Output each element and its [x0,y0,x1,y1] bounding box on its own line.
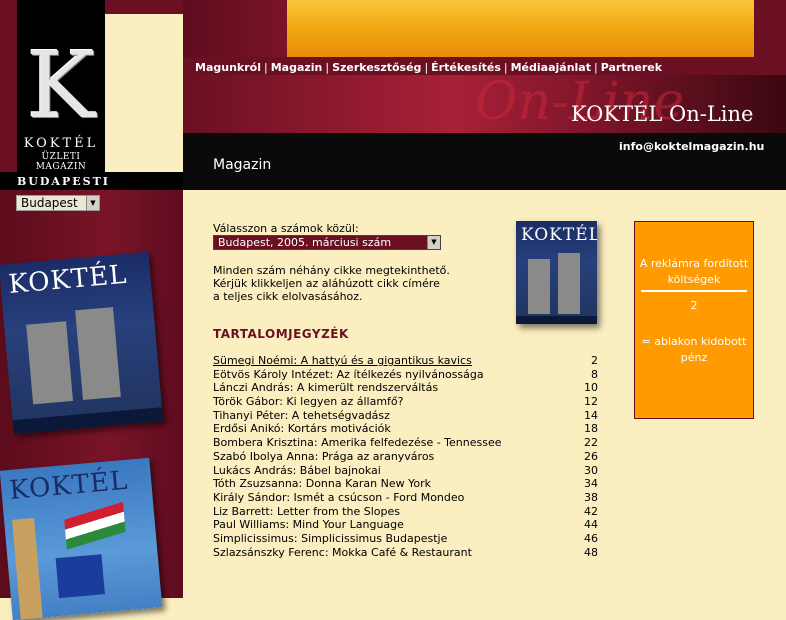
nav-separator: | [424,61,429,74]
ad-text: = ablakon kidobott [641,335,747,348]
magazine-cover[interactable]: KOKTÉL [0,457,163,620]
site-title: KOKTÉL On-Line [571,102,754,126]
building-image [75,307,121,401]
toc-article-title: Lánczi András: A kimerült rendszerváltás [213,381,439,395]
ad-text: pénz [680,351,708,364]
cover-title: KOKTÉL [7,259,129,301]
toc-article-title: Erdősi Anikó: Kortárs motivációk [213,422,391,436]
intro-text: Minden szám néhány cikke megtekinthető. [213,264,450,277]
intro-text: Kérjük klikkeljen az aláhúzott cikk címé… [213,277,440,290]
toc-page-number: 38 [584,490,598,504]
left-top-strip [0,0,17,172]
toc-row: Lánczi András: A kimerült rendszerváltás… [213,381,598,395]
toc-page-number: 46 [584,531,598,545]
table-of-contents: Sümegi Noémi: A hattyú és a gigantikus k… [213,354,598,559]
intro-text: a teljes cikk elolvasásához. [213,290,363,303]
toc-page-number: 26 [584,449,598,463]
cover-footer [516,316,597,324]
toc-page-number: 44 [584,518,598,532]
toc-article-title: Szabó Ibolya Anna: Prága az aranyváros [213,449,435,463]
toc-row: Eötvös Károly Intézet: Az ítélkezés nyil… [213,368,598,382]
building-image [528,259,550,314]
toc-row: Simplicissimus: Simplicissimus Budapestj… [213,532,598,546]
toc-page-number: 22 [584,436,598,450]
toc-title: TARTALOMJEGYZÉK [213,327,349,341]
toc-page-number: 10 [584,381,598,395]
toc-row: Lukács András: Bábel bajnokai 30 [213,464,598,478]
toc-row: Király Sándor: Ismét a csúcson - Ford Mo… [213,491,598,505]
section-title: Magazin [213,157,272,173]
nav-item-szerkesztoseg[interactable]: Szerkesztőség [332,61,421,74]
logo-right-strip [105,0,183,14]
issue-thumbnail[interactable]: KOKTÉL [516,221,597,324]
toc-article-title: Eötvös Károly Intézet: Az ítélkezés nyil… [213,367,484,381]
toc-row: Erdősi Anikó: Kortárs motivációk 18 [213,422,598,436]
city-select-value: Budapest [21,196,78,210]
building-image [26,321,74,405]
eu-flag-image [55,554,105,599]
logo-name: KOKTÉL [23,136,99,151]
issue-select-value: Budapest, 2005. márciusi szám [218,236,392,249]
toc-article-title: Török Gábor: Ki legyen az államfő? [213,395,404,409]
ad-text: A reklámra fordított [639,257,749,270]
ad-box[interactable]: A reklámra fordított költségek 2 = ablak… [634,221,754,419]
toc-page-number: 12 [584,395,598,409]
toc-article-title: Király Sándor: Ismét a csúcson - Ford Mo… [213,490,465,504]
toc-row: Tihanyi Péter: A tehetségvadász 14 [213,409,598,423]
magazine-cover[interactable]: KOKTÉL [0,251,164,435]
toc-row: Paul Williams: Mind Your Language 44 [213,518,598,532]
toc-row[interactable]: Sümegi Noémi: A hattyú és a gigantikus k… [213,354,598,368]
toc-page-number: 30 [584,463,598,477]
toc-row: Török Gábor: Ki legyen az államfő? 12 [213,395,598,409]
toc-article-link[interactable]: Sümegi Noémi: A hattyú és a gigantikus k… [213,354,472,367]
toc-row: Tóth Zsuzsanna: Donna Karan New York 34 [213,477,598,491]
toc-row: Szabó Ibolya Anna: Prága az aranyváros 26 [213,450,598,464]
toc-page-number: 34 [584,477,598,491]
toc-article-title: Paul Williams: Mind Your Language [213,518,404,532]
toc-page-number: 42 [584,504,598,518]
nav-separator: | [325,61,330,74]
toc-article-title: Simplicissimus: Simplicissimus Budapestj… [213,531,448,545]
tower-image [12,518,43,620]
logo-cream-panel [105,14,183,172]
toc-article-title: Liz Barrett: Letter from the Slopes [213,504,400,518]
toc-page-number: 2 [591,354,598,367]
email-link[interactable]: info@koktelmagazin.hu [619,140,764,153]
chevron-down-icon[interactable]: ▼ [427,236,440,249]
flag-image [64,501,126,550]
building-image [558,253,580,314]
toc-page-number: 18 [584,422,598,436]
chevron-down-icon[interactable]: ▼ [86,196,99,210]
cover-title: KOKTÉL [521,225,597,245]
toc-row: Szlazsánszky Ferenc: Mokka Café & Restau… [213,546,598,560]
toc-article-title: Lukács András: Bábel bajnokai [213,463,381,477]
logo-subtitle: ÜZLETI MAGAZIN [35,152,87,172]
city-select[interactable]: Budapest ▼ [16,195,100,211]
nav-item-magunkrol[interactable]: Magunkról [195,61,261,74]
toc-page-number: 14 [584,408,598,422]
city-label: BUDAPESTI [17,175,110,188]
toc-article-title: Szlazsánszky Ferenc: Mokka Café & Restau… [213,545,472,559]
ad-divider [641,290,747,292]
toc-page-number: 8 [591,367,598,381]
toc-row: Bombera Krisztina: Amerika felfedezése -… [213,436,598,450]
nav-item-magazin[interactable]: Magazin [271,61,323,74]
header-gold-banner [287,0,754,57]
ad-text: költségek [667,273,721,286]
cover-title: KOKTÉL [8,465,130,506]
toc-article-title: Tóth Zsuzsanna: Donna Karan New York [213,477,431,491]
logo-letter: K [26,32,96,139]
header-dark-strip [183,0,287,57]
issue-select-label: Válasszon a számok közül: [213,222,359,235]
issue-select[interactable]: Budapest, 2005. márciusi szám ▼ [213,235,441,250]
toc-page-number: 48 [584,545,598,559]
nav-separator: | [263,61,268,74]
toc-row: Liz Barrett: Letter from the Slopes 42 [213,505,598,519]
ad-number: 2 [690,299,698,312]
toc-article-title: Bombera Krisztina: Amerika felfedezése -… [213,436,502,450]
toc-article-title: Tihanyi Péter: A tehetségvadász [213,408,390,422]
